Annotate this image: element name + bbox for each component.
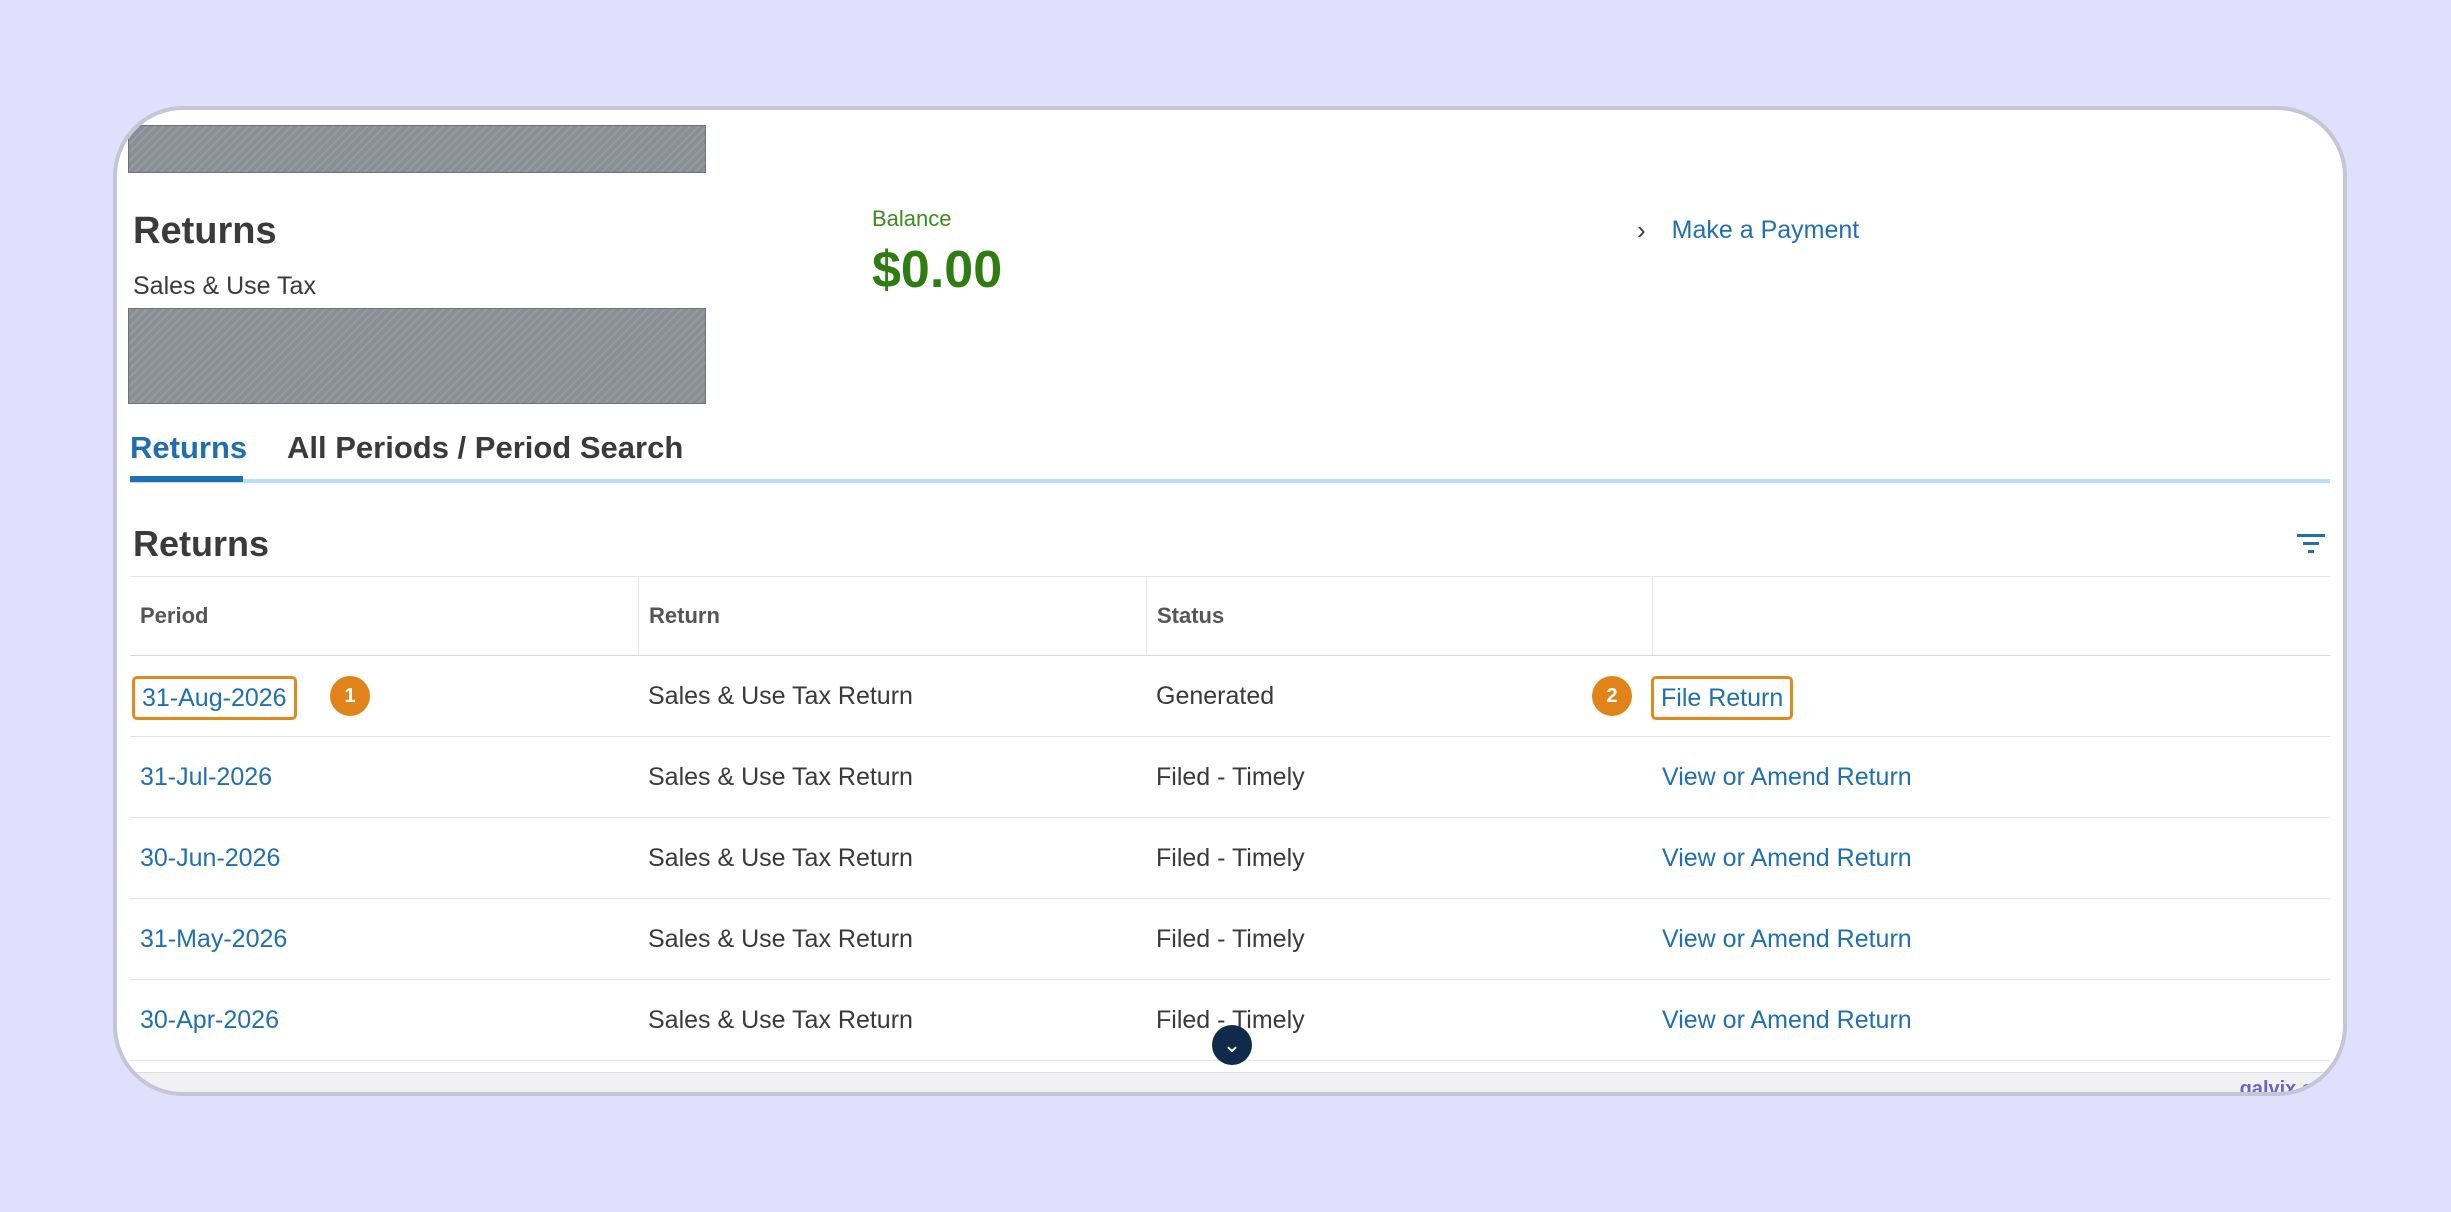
action-cell: View or Amend Return [1652, 818, 2330, 898]
action-cell: View or Amend Return [1652, 980, 2330, 1060]
view-amend-return-link[interactable]: View or Amend Return [1662, 1006, 1912, 1034]
status-cell: Filed - Timely [1156, 844, 1305, 872]
view-amend-return-link[interactable]: View or Amend Return [1662, 844, 1912, 872]
period-link[interactable]: 31-Jul-2026 [140, 763, 272, 791]
period-cell: 30-Jun-2026 [130, 818, 638, 898]
balance-label: Balance [872, 206, 952, 231]
table-row: 31-Jul-2026 Sales & Use Tax Return Filed… [130, 737, 2330, 818]
chevron-down-icon[interactable]: ⌄ [1212, 1025, 1252, 1065]
status-cell: Filed - Timely [1156, 925, 1305, 953]
action-cell: 2 File Return [1592, 656, 2330, 736]
period-cell: 30-Apr-2026 [130, 980, 638, 1060]
table-header: Period Return Status [130, 576, 2330, 656]
file-return-button[interactable]: File Return [1651, 676, 1794, 720]
column-header-action [1652, 577, 2330, 655]
status-cell: Generated [1156, 682, 1275, 710]
table-row: 31-May-2026 Sales & Use Tax Return Filed… [130, 899, 2330, 980]
tab-bar: Returns All Periods / Period Search [130, 430, 2330, 478]
watermark: galvix.s [2239, 1078, 2313, 1096]
tab-returns[interactable]: Returns [130, 430, 247, 466]
app-window: Returns Sales & Use Tax Balance $0.00 › … [113, 106, 2347, 1096]
page-subtitle: Sales & Use Tax [133, 272, 316, 300]
period-cell: 31-Jul-2026 [130, 737, 638, 817]
view-amend-return-link[interactable]: View or Amend Return [1662, 925, 1912, 953]
column-header-period: Period [140, 603, 209, 628]
action-cell: View or Amend Return [1652, 737, 2330, 817]
view-amend-return-link[interactable]: View or Amend Return [1662, 763, 1912, 791]
returns-table: Period Return Status 31-Aug-2026 1 Sales… [130, 576, 2330, 1061]
footer-strip [117, 1072, 2343, 1092]
page-title: Returns [133, 210, 277, 252]
section-title: Returns [133, 523, 270, 564]
return-cell: Sales & Use Tax Return [648, 925, 913, 953]
period-link[interactable]: 30-Apr-2026 [140, 1006, 279, 1034]
period-link[interactable]: 30-Jun-2026 [140, 844, 280, 872]
redacted-block-account [128, 308, 706, 404]
status-cell: Filed - Timely [1156, 763, 1305, 791]
make-payment-link[interactable]: › Make a Payment [1637, 215, 1859, 246]
period-link[interactable]: 31-Aug-2026 [132, 676, 297, 720]
step-badge-2: 2 [1592, 676, 1632, 716]
make-payment-label: Make a Payment [1671, 216, 1860, 244]
return-cell: Sales & Use Tax Return [648, 1006, 913, 1034]
step-badge-1: 1 [330, 676, 370, 716]
tab-active-indicator [130, 476, 243, 482]
tab-all-periods[interactable]: All Periods / Period Search [287, 430, 683, 466]
period-cell: 31-Aug-2026 1 [130, 656, 638, 736]
filter-icon[interactable] [2295, 530, 2327, 558]
return-cell: Sales & Use Tax Return [648, 844, 913, 872]
period-cell: 31-May-2026 [130, 899, 638, 979]
action-cell: View or Amend Return [1652, 899, 2330, 979]
return-cell: Sales & Use Tax Return [648, 763, 913, 791]
redacted-block-top [128, 125, 706, 173]
chevron-right-icon: › [1637, 215, 1646, 245]
balance-value: $0.00 [872, 241, 1003, 299]
table-row: 31-Aug-2026 1 Sales & Use Tax Return Gen… [130, 656, 2330, 737]
period-link[interactable]: 31-May-2026 [140, 925, 287, 953]
table-row: 30-Jun-2026 Sales & Use Tax Return Filed… [130, 818, 2330, 899]
column-header-return: Return [638, 577, 1146, 655]
column-header-status: Status [1146, 577, 1652, 655]
tab-bar-underline [130, 479, 2330, 483]
return-cell: Sales & Use Tax Return [648, 682, 913, 710]
